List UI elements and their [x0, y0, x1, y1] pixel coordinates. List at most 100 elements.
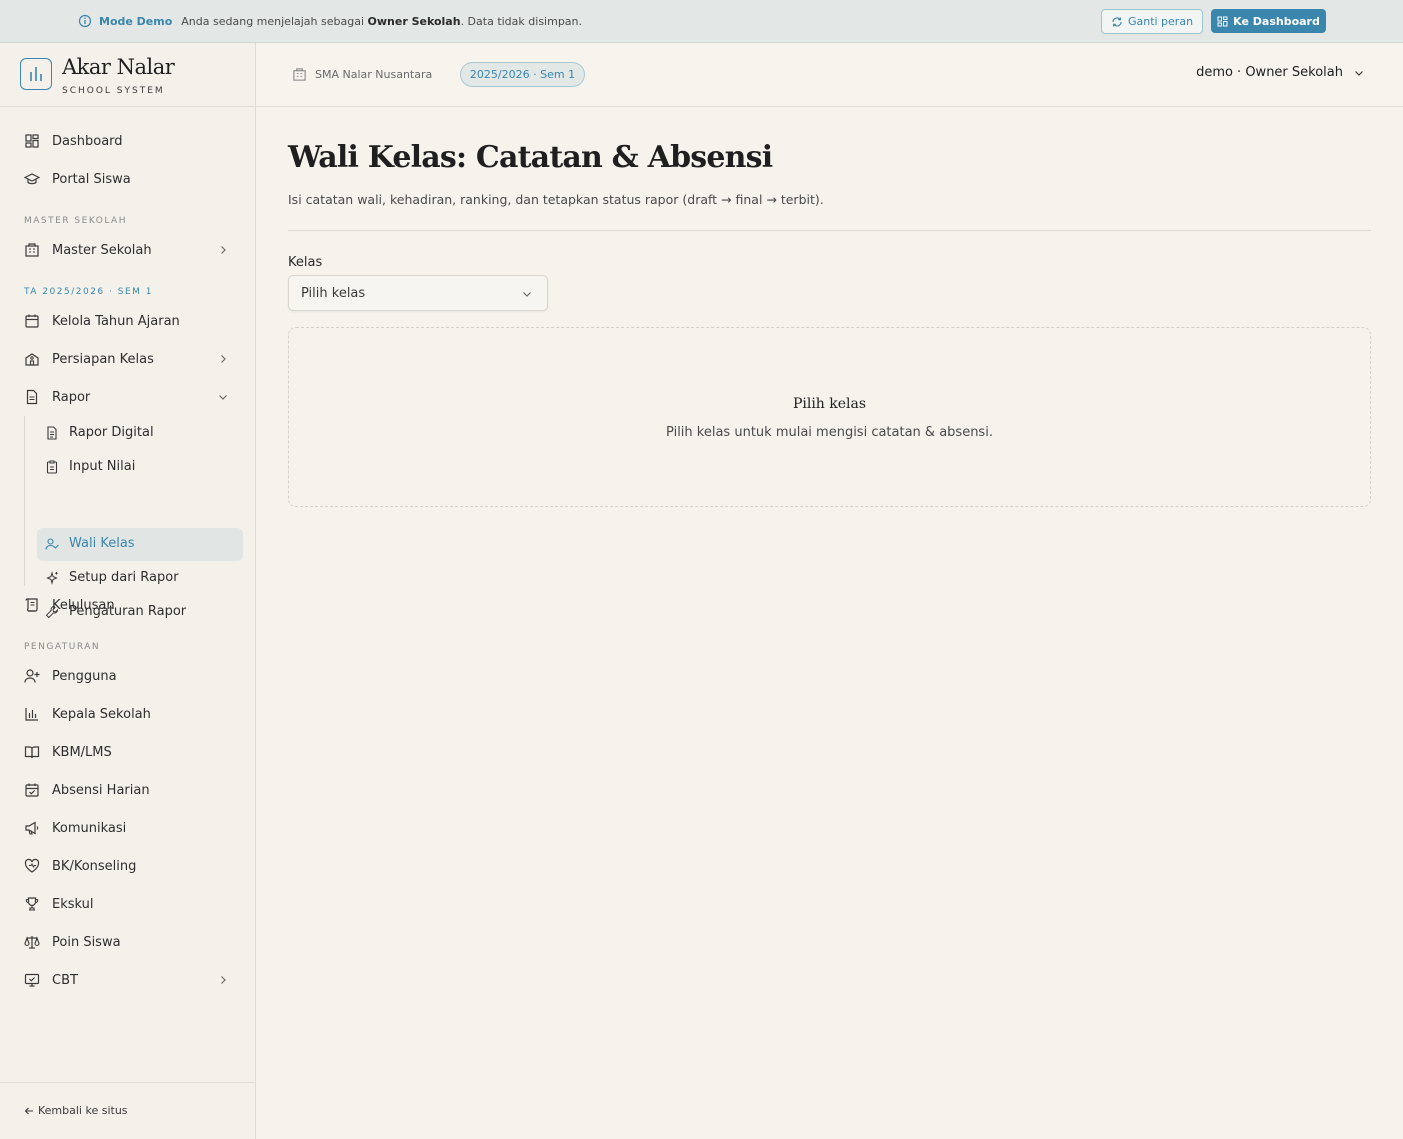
to-dashboard-label: Ke Dashboard	[1233, 14, 1320, 28]
sidebar-item-bk-konseling[interactable]: BK/Konseling	[14, 850, 243, 882]
sidebar-subitem-label: Input Nilai	[69, 459, 136, 474]
sidebar-item-label: Absensi Harian	[52, 782, 150, 798]
document-icon	[24, 389, 40, 405]
graduation-cap-icon	[24, 171, 40, 187]
sidebar-item-portal-siswa[interactable]: Portal Siswa	[14, 163, 243, 195]
demo-role: Owner Sekolah	[367, 14, 461, 28]
empty-state: Pilih kelas Pilih kelas untuk mulai meng…	[288, 327, 1371, 507]
sidebar-item-absensi-harian[interactable]: Absensi Harian	[14, 774, 243, 806]
heart-handshake-icon	[24, 858, 40, 874]
sidebar-item-kbm-lms[interactable]: KBM/LMS	[14, 736, 243, 768]
submenu-line	[24, 416, 25, 586]
building-icon	[24, 242, 40, 258]
dashboard-icon	[1217, 16, 1228, 27]
chevron-right-icon	[217, 353, 229, 365]
sidebar-subitem-label: Rapor Digital	[69, 425, 154, 440]
sidebar-item-label: Portal Siswa	[52, 171, 131, 187]
sidebar-subitem-wali-kelas[interactable]: Wali Kelas	[37, 528, 243, 561]
sidebar-item-label: Ekskul	[52, 896, 94, 912]
sidebar-subitem-label: Setup dari Rapor	[69, 570, 179, 585]
scale-icon	[24, 934, 40, 950]
sidebar-item-label: Rapor	[52, 389, 91, 405]
back-to-site-label: Kembali ke situs	[38, 1104, 128, 1117]
class-field-label: Kelas	[288, 255, 323, 270]
clipboard-icon	[45, 460, 59, 474]
sidebar-item-label: Pengguna	[52, 668, 117, 684]
sidebar-item-rapor[interactable]: Rapor	[14, 381, 243, 413]
sidebar-item-label: Persiapan Kelas	[52, 351, 154, 367]
user-label: demo · Owner Sekolah	[1196, 65, 1343, 80]
bar-chart-icon	[24, 706, 40, 722]
trophy-icon	[24, 896, 40, 912]
sidebar-item-label: Kepala Sekolah	[52, 706, 151, 722]
sidebar-item-dashboard[interactable]: Dashboard	[14, 125, 243, 157]
section-label-term: TA 2025/2026 · SEM 1	[24, 287, 153, 297]
sidebar-subitem-label: Wali Kelas	[69, 536, 135, 551]
class-select[interactable]: Pilih kelas	[288, 275, 548, 311]
monitor-check-icon	[24, 972, 40, 988]
building-icon	[292, 67, 307, 82]
dashboard-icon	[24, 133, 40, 149]
switch-role-label: Ganti peran	[1127, 15, 1194, 28]
sidebar-item-cbt[interactable]: CBT	[14, 964, 243, 996]
sidebar-item-label: CBT	[52, 972, 78, 988]
sidebar-item-kelulusan[interactable]: Kelulusan	[14, 589, 243, 621]
demo-message: Anda sedang menjelajah sebagai Owner Sek…	[181, 15, 582, 28]
brand[interactable]: Akar Nalar SCHOOL SYSTEM	[0, 43, 255, 107]
school-icon	[24, 351, 40, 367]
sidebar-item-label: Kelulusan	[52, 597, 115, 613]
sidebar-item-ekskul[interactable]: Ekskul	[14, 888, 243, 920]
sidebar-item-pengguna[interactable]: Pengguna	[14, 660, 243, 692]
to-dashboard-button[interactable]: Ke Dashboard	[1211, 9, 1326, 33]
sidebar-item-label: KBM/LMS	[52, 744, 112, 760]
demo-mode-label: Mode Demo	[99, 14, 173, 28]
chevron-right-icon	[217, 244, 229, 256]
sidebar-subitem-rapor-digital[interactable]: Rapor Digital	[37, 417, 243, 449]
page-description: Isi catatan wali, kehadiran, ranking, da…	[288, 192, 824, 207]
chevron-down-icon	[217, 391, 229, 403]
sidebar-item-label: Komunikasi	[52, 820, 127, 836]
book-open-icon	[24, 744, 40, 760]
demo-banner: Mode Demo Anda sedang menjelajah sebagai…	[0, 0, 1403, 43]
school-name-label: SMA Nalar Nusantara	[315, 68, 433, 81]
chevron-down-icon	[1353, 67, 1365, 79]
arrow-left-icon	[24, 1106, 34, 1116]
sidebar-item-label: Master Sekolah	[52, 242, 152, 258]
scroll-icon	[24, 597, 40, 613]
back-to-site-link[interactable]: Kembali ke situs	[24, 1104, 128, 1117]
refresh-icon	[1111, 16, 1123, 28]
term-badge: 2025/2026 · Sem 1	[460, 62, 585, 87]
demo-text-before: Anda sedang menjelajah sebagai	[181, 14, 368, 28]
sidebar-item-master-sekolah[interactable]: Master Sekolah	[14, 234, 243, 266]
sidebar-item-poin-siswa[interactable]: Poin Siswa	[14, 926, 243, 958]
sidebar-item-label: BK/Konseling	[52, 858, 137, 874]
sidebar-footer: Kembali ke situs	[0, 1082, 255, 1139]
demo-text-after: . Data tidak disimpan.	[460, 14, 583, 28]
sidebar-item-kepala-sekolah[interactable]: Kepala Sekolah	[14, 698, 243, 730]
sidebar-item-label: Poin Siswa	[52, 934, 121, 950]
brand-subtitle: SCHOOL SYSTEM	[62, 86, 165, 96]
section-label-settings: PENGATURAN	[24, 642, 101, 652]
info-icon	[78, 14, 92, 28]
demo-notice: Mode Demo Anda sedang menjelajah sebagai…	[78, 0, 582, 42]
user-check-icon	[45, 537, 59, 551]
top-header: SMA Nalar Nusantara 2025/2026 · Sem 1 de…	[256, 43, 1403, 107]
school-name: SMA Nalar Nusantara	[292, 67, 432, 82]
megaphone-icon	[24, 820, 40, 836]
sidebar: Akar Nalar SCHOOL SYSTEM Dashboard Porta…	[0, 43, 256, 1139]
page-title: Wali Kelas: Catatan & Absensi	[288, 140, 773, 175]
section-label-master: MASTER SEKOLAH	[24, 216, 127, 226]
sidebar-item-persiapan-kelas[interactable]: Persiapan Kelas	[14, 343, 243, 375]
empty-state-description: Pilih kelas untuk mulai mengisi catatan …	[666, 425, 993, 440]
sidebar-item-kelola-tahun-ajaran[interactable]: Kelola Tahun Ajaran	[14, 305, 243, 337]
sidebar-subitem-input-nilai[interactable]: Input Nilai	[37, 451, 243, 483]
sidebar-item-komunikasi[interactable]: Komunikasi	[14, 812, 243, 844]
sidebar-item-label: Kelola Tahun Ajaran	[52, 313, 180, 329]
switch-role-button[interactable]: Ganti peran	[1101, 9, 1203, 34]
document-text-icon	[45, 426, 59, 440]
user-menu[interactable]: demo · Owner Sekolah	[1196, 65, 1365, 80]
brand-name: Akar Nalar	[62, 55, 175, 79]
chevron-down-icon	[521, 288, 533, 300]
chevron-right-icon	[217, 974, 229, 986]
calendar-icon	[24, 313, 40, 329]
